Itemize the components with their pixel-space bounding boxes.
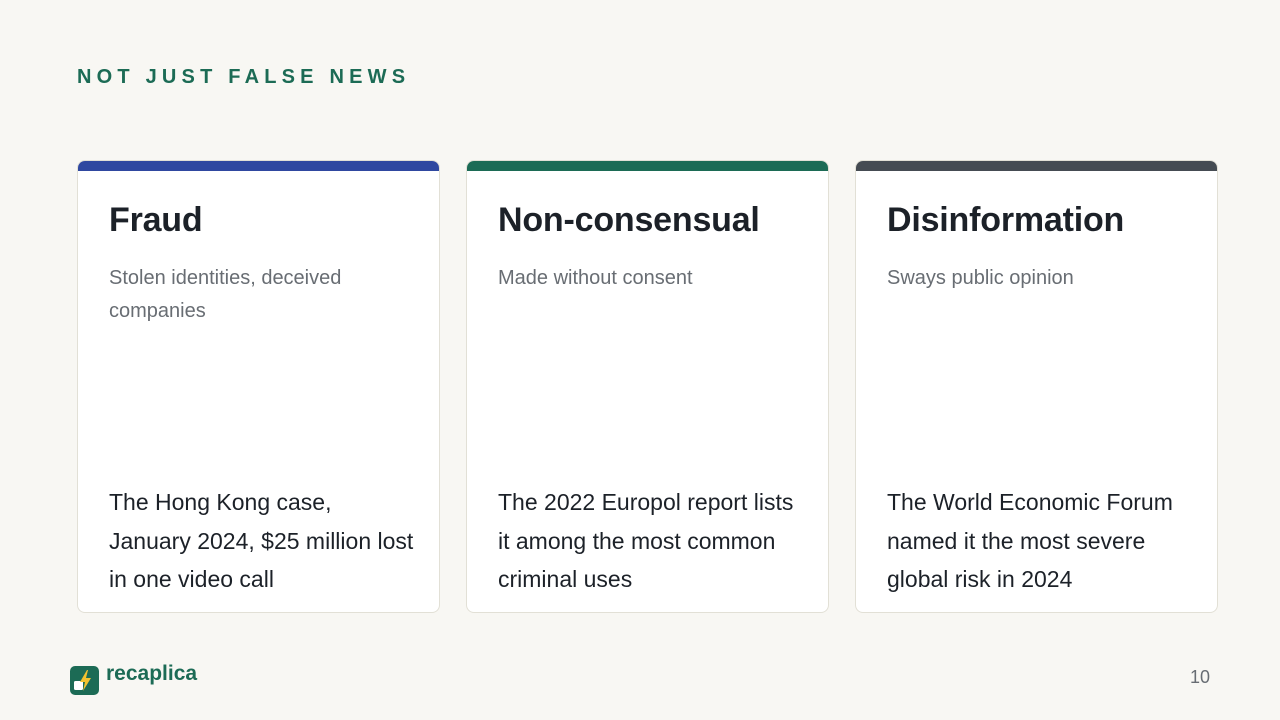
card-body: The 2022 Europol report lists it among t… (498, 489, 794, 592)
card-accent-bar (78, 161, 439, 171)
lightning-bolt-icon (70, 666, 99, 695)
card-disinformation: Disinformation Sways public opinion The … (855, 160, 1218, 613)
card-body: The Hong Kong case, January 2024, $25 mi… (109, 489, 414, 592)
brand-logo: recaplica (70, 662, 197, 695)
page-number: 10 (1189, 667, 1210, 687)
card-body: The World Economic Forum named it the mo… (887, 489, 1173, 592)
card-accent-bar (467, 161, 828, 171)
card-subtitle: Sways public opinion (887, 267, 1074, 289)
card-non-consensual: Non-consensual Made without consent The … (466, 160, 829, 613)
card-title: Fraud (109, 201, 203, 239)
card-title: Disinformation (887, 201, 1125, 239)
cards-row: Fraud Stolen identities, deceived compan… (77, 160, 1218, 613)
card-subtitle: Made without consent (498, 267, 693, 289)
card-subtitle: Stolen identities, deceived companies (109, 267, 342, 322)
brand-wordmark: recaplica (106, 661, 198, 685)
card-title: Non-consensual (498, 201, 760, 239)
section-eyebrow: NOT JUST FALSE NEWS (77, 66, 411, 88)
card-fraud: Fraud Stolen identities, deceived compan… (77, 160, 440, 613)
card-accent-bar (856, 161, 1217, 171)
